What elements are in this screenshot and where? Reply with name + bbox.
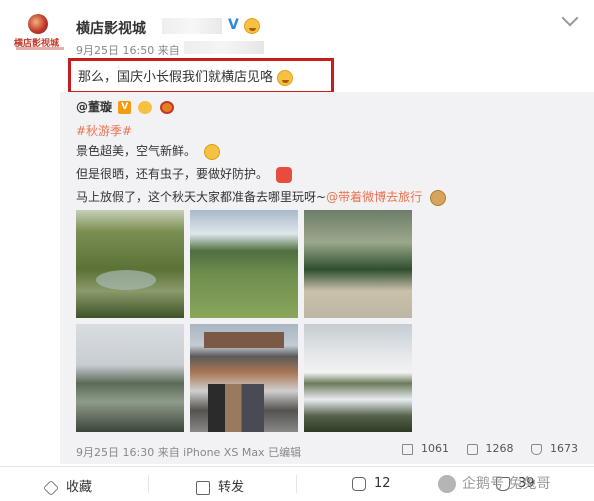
- repost-user: @董璇 V: [76, 98, 174, 115]
- comment-button[interactable]: 12: [352, 476, 391, 491]
- gift-emoji-icon: [429, 189, 446, 206]
- favorite-button[interactable]: 收藏: [43, 476, 93, 496]
- logo-icon: [28, 14, 48, 34]
- photo-4[interactable]: [76, 324, 184, 432]
- repost-user-name[interactable]: @董璇: [76, 100, 112, 114]
- toolbar-divider: [148, 475, 149, 493]
- logo-underline: [16, 47, 64, 50]
- post-text: 那么，国庆小长假我们就横店见咯: [78, 66, 294, 86]
- verified-badge: V: [228, 17, 239, 33]
- photo-1[interactable]: [76, 210, 184, 318]
- like-count-stat[interactable]: 1673: [531, 442, 578, 455]
- repost-line-1: 景色超美，空气新鲜。: [76, 142, 220, 160]
- like-count: 1673: [550, 442, 578, 455]
- share-button[interactable]: 转发: [196, 476, 244, 495]
- mention-link[interactable]: @带着微博去旅行: [326, 190, 422, 204]
- repost-card: @董璇 V #秋游季# 景色超美，空气新鲜。 但是很晒，还有虫子，要做好防护。 …: [60, 92, 594, 464]
- repost-line-3: 马上放假了，这个秋天大家都准备去哪里玩呀~@带着微博去旅行: [76, 188, 446, 206]
- photo-2[interactable]: [190, 210, 298, 318]
- blurred-name-area: [162, 18, 222, 34]
- action-toolbar: 收藏 转发 12 39 企鹅号 兔兔哥: [0, 466, 594, 501]
- repost-meta: 9月25日 16:30 来自 iPhone XS Max 已编辑: [76, 446, 302, 459]
- post-timestamp[interactable]: 9月25日 16:50: [76, 44, 154, 57]
- topic-link[interactable]: #秋游季#: [76, 122, 132, 139]
- like-icon: [531, 443, 542, 455]
- fan-badge-icon: [159, 101, 174, 114]
- repost-count-stat[interactable]: 1061: [402, 442, 449, 455]
- repost-stats: 1061 1268 1673: [388, 442, 578, 455]
- repost-line-3-text: 马上放假了，这个秋天大家都准备去哪里玩呀~: [76, 190, 327, 204]
- post-source-label: 来自: [157, 44, 180, 57]
- repost-icon: [402, 443, 413, 455]
- photo-5[interactable]: [190, 324, 298, 432]
- comment-count: 1268: [485, 442, 514, 455]
- repost-line-1-text: 景色超美，空气新鲜。: [76, 144, 197, 158]
- comment-count-stat[interactable]: 1268: [466, 442, 514, 455]
- grin-emoji-icon: [277, 69, 294, 86]
- toolbar-divider: [296, 475, 297, 493]
- comment-button-count: 12: [374, 476, 391, 491]
- watermark-text: 企鹅号 兔兔哥: [462, 476, 551, 492]
- repost-line-2: 但是很晒，还有虫子，要做好防护。: [76, 165, 292, 183]
- post-text-content: 那么，国庆小长假我们就横店见咯: [78, 70, 274, 85]
- comment-icon: [466, 443, 478, 455]
- verified-v-icon: V: [118, 101, 132, 114]
- fist-emoji-icon: [275, 166, 292, 183]
- star-icon: [43, 479, 59, 496]
- post-meta: 9月25日 16:50 来自: [76, 42, 180, 58]
- photo-3[interactable]: [304, 210, 412, 318]
- comment-bubble-icon: [352, 476, 366, 491]
- tired-emoji-icon: [203, 143, 220, 160]
- repost-count: 1061: [421, 442, 449, 455]
- member-icon: [138, 101, 153, 114]
- blurred-source-area: [184, 41, 264, 54]
- chevron-down-icon[interactable]: [561, 9, 579, 27]
- share-label: 转发: [218, 480, 245, 495]
- favorite-label: 收藏: [66, 480, 93, 495]
- member-emoji-icon: [244, 18, 260, 34]
- user-name[interactable]: 横店影视城: [76, 18, 146, 38]
- repost-line-2-text: 但是很晒，还有虫子，要做好防护。: [76, 167, 269, 181]
- share-icon: [196, 480, 210, 495]
- penguin-icon: [438, 475, 456, 493]
- photo-6[interactable]: [304, 324, 412, 432]
- watermark: 企鹅号 兔兔哥: [438, 473, 550, 493]
- avatar[interactable]: 横店影视城: [14, 14, 64, 50]
